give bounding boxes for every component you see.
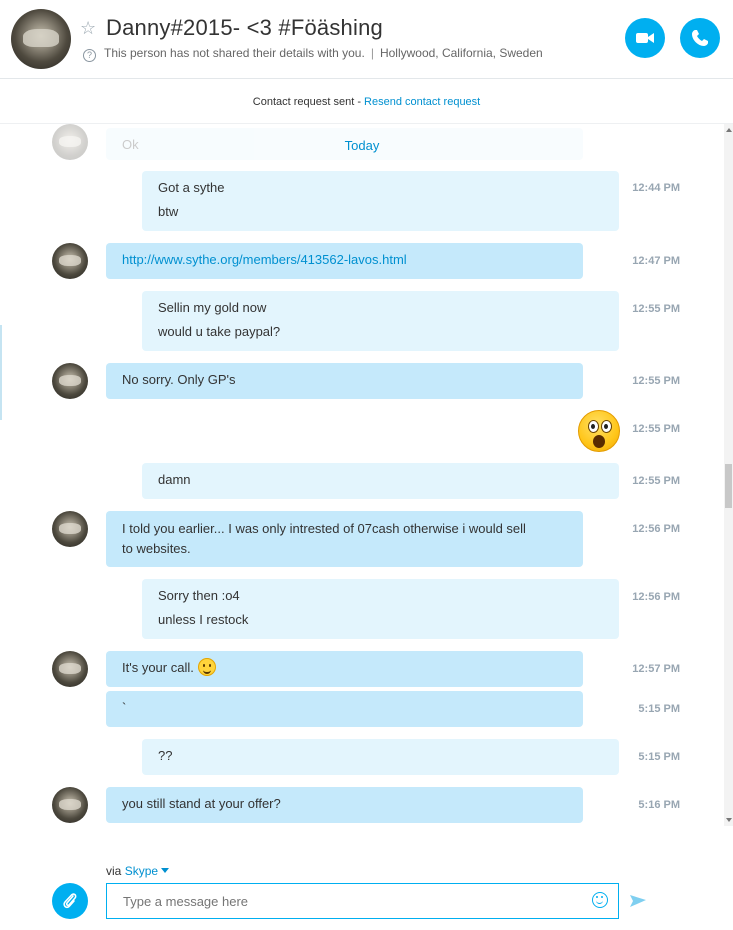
video-camera-icon	[636, 33, 654, 43]
paperclip-icon	[63, 893, 77, 909]
message-timestamp: 12:55 PM	[632, 375, 680, 387]
message-timestamp: 12:55 PM	[632, 423, 680, 435]
sender-avatar[interactable]	[52, 363, 88, 399]
contact-name[interactable]: Danny#2015- <3 #Föäshing	[106, 14, 383, 42]
message-bubble-incoming[interactable]: No sorry. Only GP's	[106, 363, 583, 399]
video-call-button[interactable]	[625, 18, 665, 58]
message-timestamp: 12:47 PM	[632, 255, 680, 267]
message-timestamp: 5:16 PM	[638, 799, 680, 811]
contact-location: Hollywood, California, Sweden	[379, 46, 543, 60]
phone-icon	[692, 30, 708, 46]
contact-details: ? This person has not shared their detail…	[83, 45, 543, 62]
favorite-star-icon[interactable]: ☆	[80, 18, 96, 38]
message-bubble-outgoing[interactable]: Sellin my gold now would u take paypal?	[142, 291, 619, 351]
message-text: I told you earlier... I was only intrest…	[122, 521, 526, 536]
smile-emoticon-icon[interactable]	[197, 658, 216, 676]
message-bubble-incoming[interactable]: `	[106, 691, 583, 727]
attach-file-button[interactable]	[52, 883, 88, 919]
message-text: damn	[158, 472, 191, 487]
message-list[interactable]: Ok Today Got a sythe btw 12:44 PM http:/…	[0, 124, 724, 826]
sender-avatar[interactable]	[52, 787, 88, 823]
details-separator: |	[370, 46, 374, 60]
message-bubble-outgoing[interactable]: damn	[142, 463, 619, 499]
message-bubble-incoming[interactable]: you still stand at your offer?	[106, 787, 583, 823]
message-input[interactable]	[106, 883, 619, 919]
message-text: to websites.	[122, 541, 191, 556]
message-timestamp: 12:56 PM	[632, 591, 680, 603]
via-label: via	[106, 864, 122, 878]
message-bubble-incoming[interactable]: http://www.sythe.org/members/413562-lavo…	[106, 243, 583, 279]
sender-avatar[interactable]	[52, 511, 88, 547]
message-text: would u take paypal?	[158, 324, 281, 339]
message-timestamp: 12:44 PM	[632, 182, 680, 194]
scroll-up-arrow-icon[interactable]	[726, 128, 732, 132]
chat-scrollbar[interactable]	[724, 124, 733, 826]
message-bubble-incoming[interactable]: I told you earlier... I was only intrest…	[106, 511, 583, 567]
request-status: Contact request sent -	[252, 96, 365, 108]
message-text: unless I restock	[158, 612, 249, 627]
message-text: Got a sythe	[158, 180, 225, 195]
message-text: Sorry then :o4	[158, 588, 240, 603]
chevron-down-icon[interactable]	[161, 868, 170, 873]
message-text: you still stand at your offer?	[122, 796, 281, 811]
conversation-header: ☆ Danny#2015- <3 #Föäshing ? This person …	[0, 0, 733, 79]
smiley-icon[interactable]	[592, 892, 608, 908]
message-timestamp: 12:56 PM	[632, 523, 680, 535]
message-timestamp: 12:55 PM	[632, 475, 680, 487]
message-bubble-incoming[interactable]: It's your call.	[106, 651, 583, 687]
info-text: This person has not shared their details…	[104, 46, 365, 60]
message-timestamp: 12:57 PM	[632, 663, 680, 675]
message-text: No sorry. Only GP's	[122, 372, 236, 387]
message-text: It's your call.	[122, 660, 194, 675]
info-icon: ?	[83, 49, 96, 62]
message-text: `	[122, 700, 127, 715]
message-bubble-outgoing[interactable]: ??	[142, 739, 619, 775]
via-selector[interactable]: via Skype	[106, 864, 170, 878]
resend-request-link[interactable]: Resend contact request	[364, 96, 480, 108]
message-bubble-outgoing[interactable]: Sorry then :o4 unless I restock	[142, 579, 619, 639]
message-bubble-outgoing[interactable]: Got a sythe btw	[142, 171, 619, 231]
scrollbar-thumb[interactable]	[725, 464, 732, 508]
message-timestamp: 5:15 PM	[638, 751, 680, 763]
message-text: ??	[158, 748, 173, 763]
contact-avatar[interactable]	[11, 9, 71, 69]
contact-request-bar: Contact request sent - Resend contact re…	[0, 79, 733, 124]
service-selector[interactable]: Skype	[125, 864, 158, 878]
send-arrow-icon[interactable]	[629, 894, 647, 908]
date-divider: Today	[344, 138, 380, 153]
audio-call-button[interactable]	[680, 18, 720, 58]
scroll-down-arrow-icon[interactable]	[726, 818, 732, 822]
message-timestamp: 5:15 PM	[638, 703, 680, 715]
message-timestamp: 12:55 PM	[632, 303, 680, 315]
sender-avatar[interactable]	[52, 651, 88, 687]
message-text: Sellin my gold now	[158, 300, 267, 315]
sender-avatar[interactable]	[52, 243, 88, 279]
message-text: btw	[158, 204, 179, 219]
message-link[interactable]: http://www.sythe.org/members/413562-lavo…	[122, 252, 407, 267]
